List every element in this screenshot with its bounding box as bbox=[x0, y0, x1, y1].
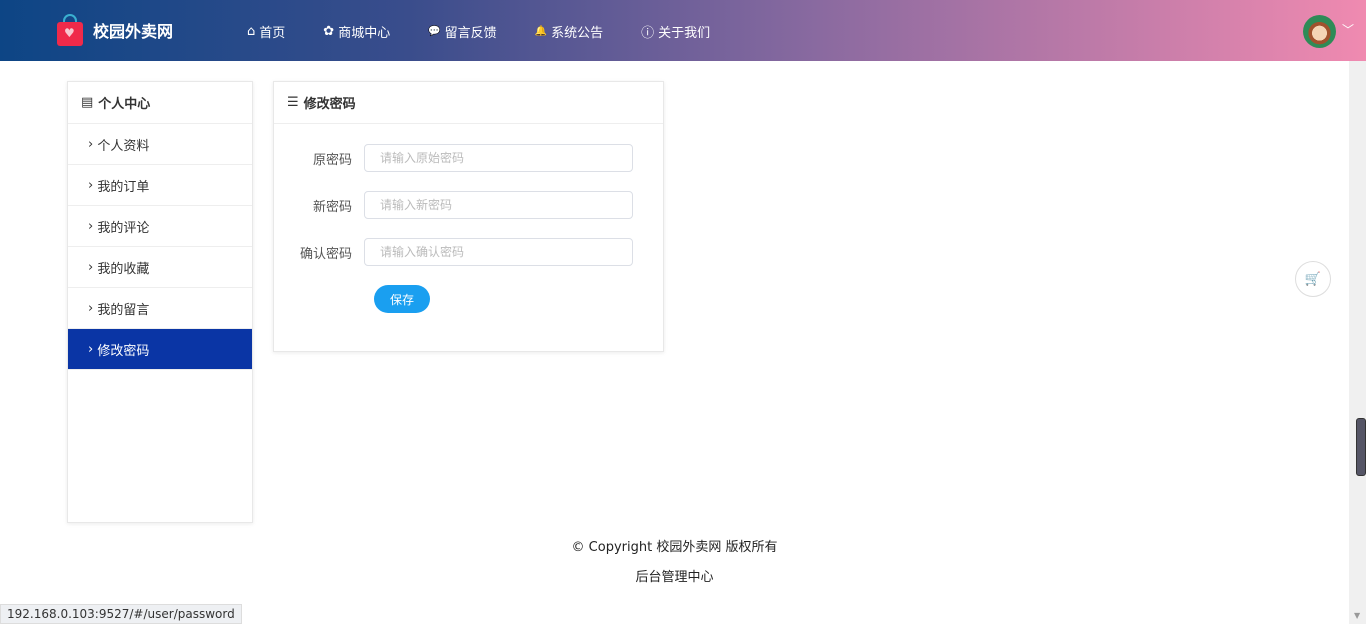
sidebar-item-change-password[interactable]: › 修改密码 bbox=[68, 329, 252, 370]
field-label: 确认密码 bbox=[299, 246, 352, 262]
save-button[interactable]: 保存 bbox=[374, 285, 430, 313]
sidebar-item-orders[interactable]: › 我的订单 bbox=[68, 165, 252, 206]
sidebar-item-profile[interactable]: › 个人资料 bbox=[68, 124, 252, 165]
panel-header: ☰ 修改密码 bbox=[274, 82, 663, 124]
cart-icon: 🛒 bbox=[1304, 271, 1322, 287]
sidebar-item-messages[interactable]: › 我的留言 bbox=[68, 288, 252, 329]
nav-label: 系统公告 bbox=[551, 26, 604, 41]
new-password-input[interactable] bbox=[364, 191, 633, 219]
shopping-bag-logo-icon: ♥ bbox=[57, 14, 83, 46]
list-icon: ☰ bbox=[287, 95, 299, 110]
old-password-input[interactable] bbox=[364, 144, 633, 172]
sidebar-item-label: 修改密码 bbox=[97, 343, 150, 359]
sidebar-item-label: 我的评论 bbox=[97, 220, 150, 236]
field-label: 新密码 bbox=[312, 199, 352, 215]
admin-link[interactable]: 后台管理中心 bbox=[0, 566, 1349, 585]
main-nav: ⌂ 首页 ✿ 商城中心 💬 留言反馈 🔔 系统公告 ⓘ 关于我们 bbox=[247, 22, 748, 41]
user-center-sidebar: ▤ 个人中心 › 个人资料 › 我的订单 › 我的评论 › 我的收藏 › 我的留言… bbox=[67, 81, 253, 523]
nav-label: 留言反馈 bbox=[444, 26, 497, 41]
home-icon: ⌂ bbox=[247, 24, 256, 39]
copyright-text: © Copyright 校园外卖网 版权所有 bbox=[571, 540, 778, 555]
nav-home[interactable]: ⌂ 首页 bbox=[247, 22, 285, 41]
sidebar-item-label: 个人资料 bbox=[97, 138, 150, 154]
old-password-row: 原密码 bbox=[274, 144, 633, 172]
site-title: 校园外卖网 bbox=[93, 22, 174, 41]
nav-label: 商城中心 bbox=[338, 26, 391, 41]
sidebar-header: ▤ 个人中心 bbox=[68, 82, 252, 124]
sidebar-item-comments[interactable]: › 我的评论 bbox=[68, 206, 252, 247]
change-password-panel: ☰ 修改密码 原密码 新密码 确认密码 保存 bbox=[273, 81, 664, 352]
sidebar-item-label: 我的订单 bbox=[97, 179, 150, 195]
sidebar-item-favorites[interactable]: › 我的收藏 bbox=[68, 247, 252, 288]
paw-icon: ✿ bbox=[323, 24, 335, 39]
top-navbar: ♥ 校园外卖网 ⌂ 首页 ✿ 商城中心 💬 留言反馈 🔔 系统公告 ⓘ 关于我们 ﹀ bbox=[0, 0, 1366, 61]
confirm-password-input[interactable] bbox=[364, 238, 633, 266]
nav-about[interactable]: ⓘ 关于我们 bbox=[641, 22, 710, 41]
user-avatar[interactable] bbox=[1303, 15, 1336, 48]
new-password-row: 新密码 bbox=[274, 191, 633, 219]
cart-float-button[interactable]: 🛒 bbox=[1295, 261, 1331, 297]
panel-title: 修改密码 bbox=[303, 97, 356, 112]
info-icon: ⓘ bbox=[641, 26, 655, 41]
scrollbar[interactable]: ▼ bbox=[1349, 61, 1366, 624]
logo[interactable]: ♥ 校园外卖网 bbox=[57, 14, 173, 46]
chevron-down-icon[interactable]: ﹀ bbox=[1342, 21, 1354, 38]
nav-label: 关于我们 bbox=[658, 26, 711, 41]
nav-feedback[interactable]: 💬 留言反馈 bbox=[428, 22, 496, 41]
sidebar-item-label: 我的收藏 bbox=[97, 261, 150, 277]
sidebar-item-label: 我的留言 bbox=[97, 302, 150, 318]
nav-label: 首页 bbox=[259, 26, 286, 41]
sidebar-title: 个人中心 bbox=[98, 97, 151, 112]
field-label: 原密码 bbox=[312, 152, 352, 168]
nav-announcements[interactable]: 🔔 系统公告 bbox=[535, 22, 603, 41]
comment-icon: 💬 bbox=[428, 26, 441, 37]
id-card-icon: ▤ bbox=[81, 95, 94, 110]
side-widget[interactable] bbox=[1356, 418, 1366, 476]
confirm-password-row: 确认密码 bbox=[274, 238, 633, 266]
scroll-down-arrow-icon[interactable]: ▼ bbox=[1354, 611, 1360, 620]
nav-mall[interactable]: ✿ 商城中心 bbox=[323, 22, 390, 41]
bell-icon: 🔔 bbox=[534, 26, 548, 37]
status-bar-url: 192.168.0.103:9527/#/user/password bbox=[0, 604, 242, 624]
